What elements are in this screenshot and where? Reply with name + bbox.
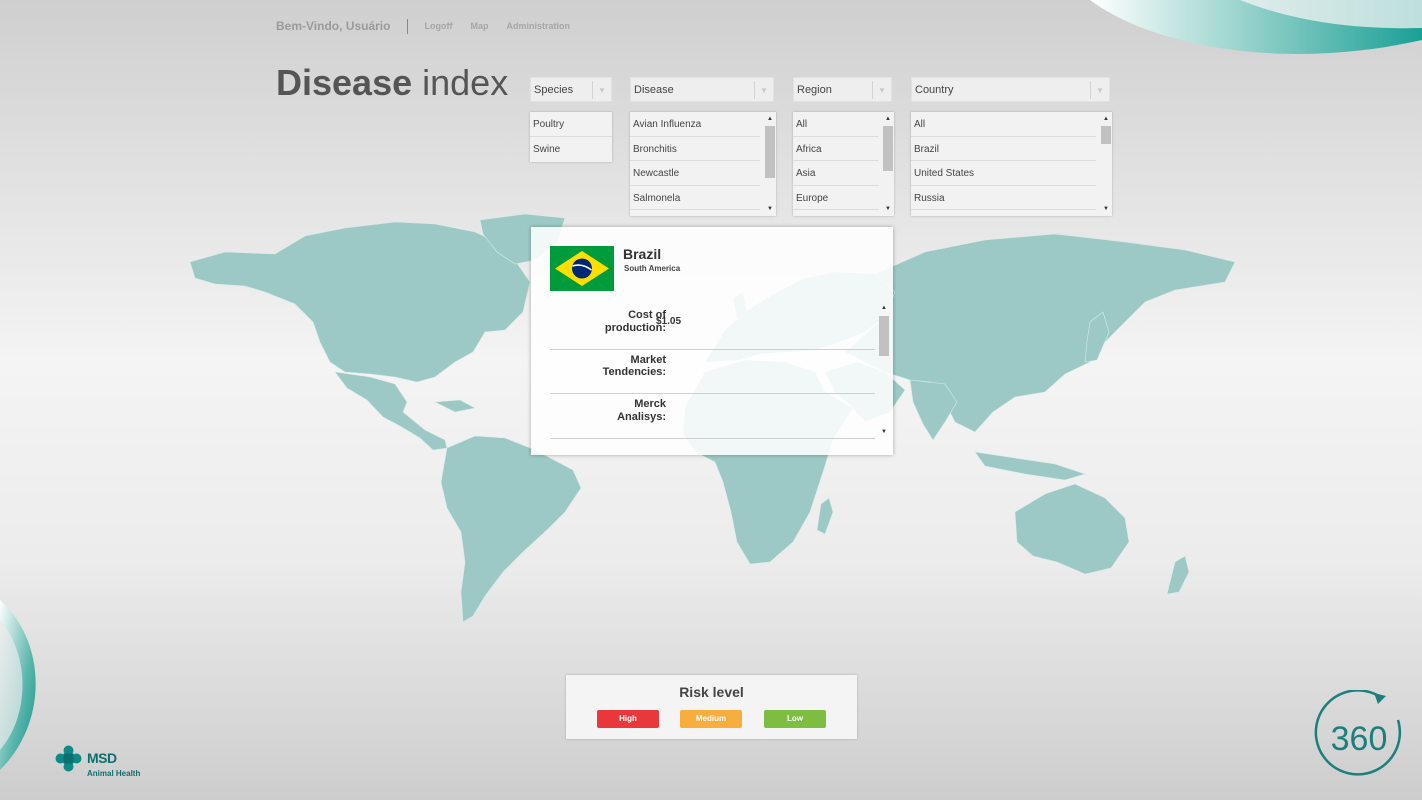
madagascar-region [816,497,834,535]
label-line: Cost of [628,309,666,321]
region-listbox[interactable]: All Africa Asia Europe ▲ ▼ [793,112,894,216]
msd-company-name: MSD [87,750,117,766]
card-region-name: South America [624,264,681,273]
new-zealand-region [1166,555,1190,595]
species-option-swine[interactable]: Swine [530,137,612,162]
species-option-poultry[interactable]: Poultry [530,112,612,137]
decorative-swoosh-bottom-left [0,600,36,770]
card-country-name: Brazil [623,246,662,262]
label-line: Merck [634,398,666,410]
card-detail-value: $1.05 [656,316,682,327]
country-option[interactable]: All [911,112,1096,137]
disease-option[interactable]: Salmonela [630,186,760,210]
disease-select-label: Disease [634,83,674,96]
logoff-link[interactable]: Logoff [424,21,452,31]
disease-option[interactable]: Avian Influenza [630,112,760,137]
scrollbar-thumb[interactable] [1101,126,1111,144]
scrollbar-thumb[interactable] [879,316,889,356]
country-select[interactable]: Country ▼ [911,77,1110,102]
label-line: Tendencies: [602,366,666,378]
central-america-region [334,371,448,451]
country-select-label: Country [915,83,954,96]
scrollbar-thumb[interactable] [883,126,893,171]
card-detail-label: Market Tendencies: [546,354,666,379]
scrollbar-thumb[interactable] [765,126,775,178]
region-select-label: Region [797,83,832,96]
region-option[interactable]: All [793,112,879,137]
nav-divider [407,18,409,34]
top-navigation: Bem-Vindo, Usuário Logoff Map Administra… [276,17,588,35]
decorative-swoosh-top-right [1090,0,1422,54]
region-option[interactable]: Asia [793,161,879,186]
species-listbox[interactable]: Poultry Swine [530,112,612,162]
360-logo: 360 [1314,690,1402,776]
chevron-down-icon: ▼ [872,81,891,99]
country-option[interactable]: Brazil [911,137,1096,161]
north-america-region [189,221,531,383]
risk-level-title: Risk level [679,684,744,700]
disease-listbox[interactable]: Avian Influenza Bronchitis Newcastle Sal… [630,112,776,216]
region-option[interactable]: Africa [793,137,879,161]
card-detail-row: Market Tendencies: [550,350,875,394]
card-detail-rows: Cost of production: $1.05 Market Tendenc… [550,305,875,439]
risk-badge-high: High [597,710,659,728]
species-select-label: Species [534,83,574,96]
map-link[interactable]: Map [470,21,488,31]
chevron-down-icon: ▼ [592,81,611,99]
label-line: production: [604,321,666,334]
disease-scrollbar[interactable]: ▲ ▼ [764,112,776,216]
country-option[interactable]: Russia [911,186,1096,210]
risk-badge-low: Low [764,710,826,728]
card-detail-label: Merck Analisys: [546,398,666,423]
scroll-up-arrow-icon[interactable]: ▲ [764,114,776,124]
country-scrollbar[interactable]: ▲ ▼ [1100,112,1112,216]
msd-animal-health-logo: MSD Animal Health [55,745,155,781]
page-title-bold: Disease [276,62,413,103]
disease-option[interactable]: Newcastle [630,161,760,186]
scroll-up-arrow-icon[interactable]: ▲ [882,114,894,124]
label-line: Analisys: [617,410,666,423]
risk-badge-medium: Medium [680,710,742,728]
card-detail-label: Cost of production: [546,309,666,334]
card-scrollbar[interactable]: ▲ ▼ [878,305,890,435]
australia-region [1014,483,1130,575]
country-listbox[interactable]: All Brazil United States Russia ▲ ▼ [911,112,1112,216]
disease-option[interactable]: Bronchitis [630,137,760,161]
region-scrollbar[interactable]: ▲ ▼ [882,112,894,216]
msd-mark-icon [55,745,82,772]
chevron-down-icon: ▼ [1090,81,1109,99]
administration-link[interactable]: Administration [506,21,570,31]
caribbean-region [433,399,476,413]
msd-division-name: Animal Health [87,769,141,778]
chevron-down-icon: ▼ [754,81,773,99]
scroll-up-arrow-icon[interactable]: ▲ [878,303,890,313]
360-logo-text: 360 [1331,720,1388,758]
scroll-down-arrow-icon[interactable]: ▼ [878,427,890,437]
risk-level-legend: Risk level High Medium Low [566,675,857,739]
asia-region [844,233,1236,433]
region-option[interactable]: Europe [793,186,879,210]
welcome-message: Bem-Vindo, Usuário [276,19,391,33]
species-select[interactable]: Species ▼ [530,77,612,102]
country-option[interactable]: United States [911,161,1096,186]
card-detail-row: Merck Analisys: [550,394,875,439]
indonesia-region [974,451,1086,481]
scroll-up-arrow-icon[interactable]: ▲ [1100,114,1112,124]
brazil-flag-icon [550,246,614,291]
south-america-region [440,435,582,623]
country-info-card: Brazil South America Cost of production:… [531,227,893,455]
label-line: Market [630,353,666,366]
card-detail-row: Cost of production: $1.05 [550,305,875,350]
disease-select[interactable]: Disease ▼ [630,77,774,102]
page-title-light: index [422,62,509,103]
page-title: Disease index [276,62,508,104]
region-select[interactable]: Region ▼ [793,77,892,102]
